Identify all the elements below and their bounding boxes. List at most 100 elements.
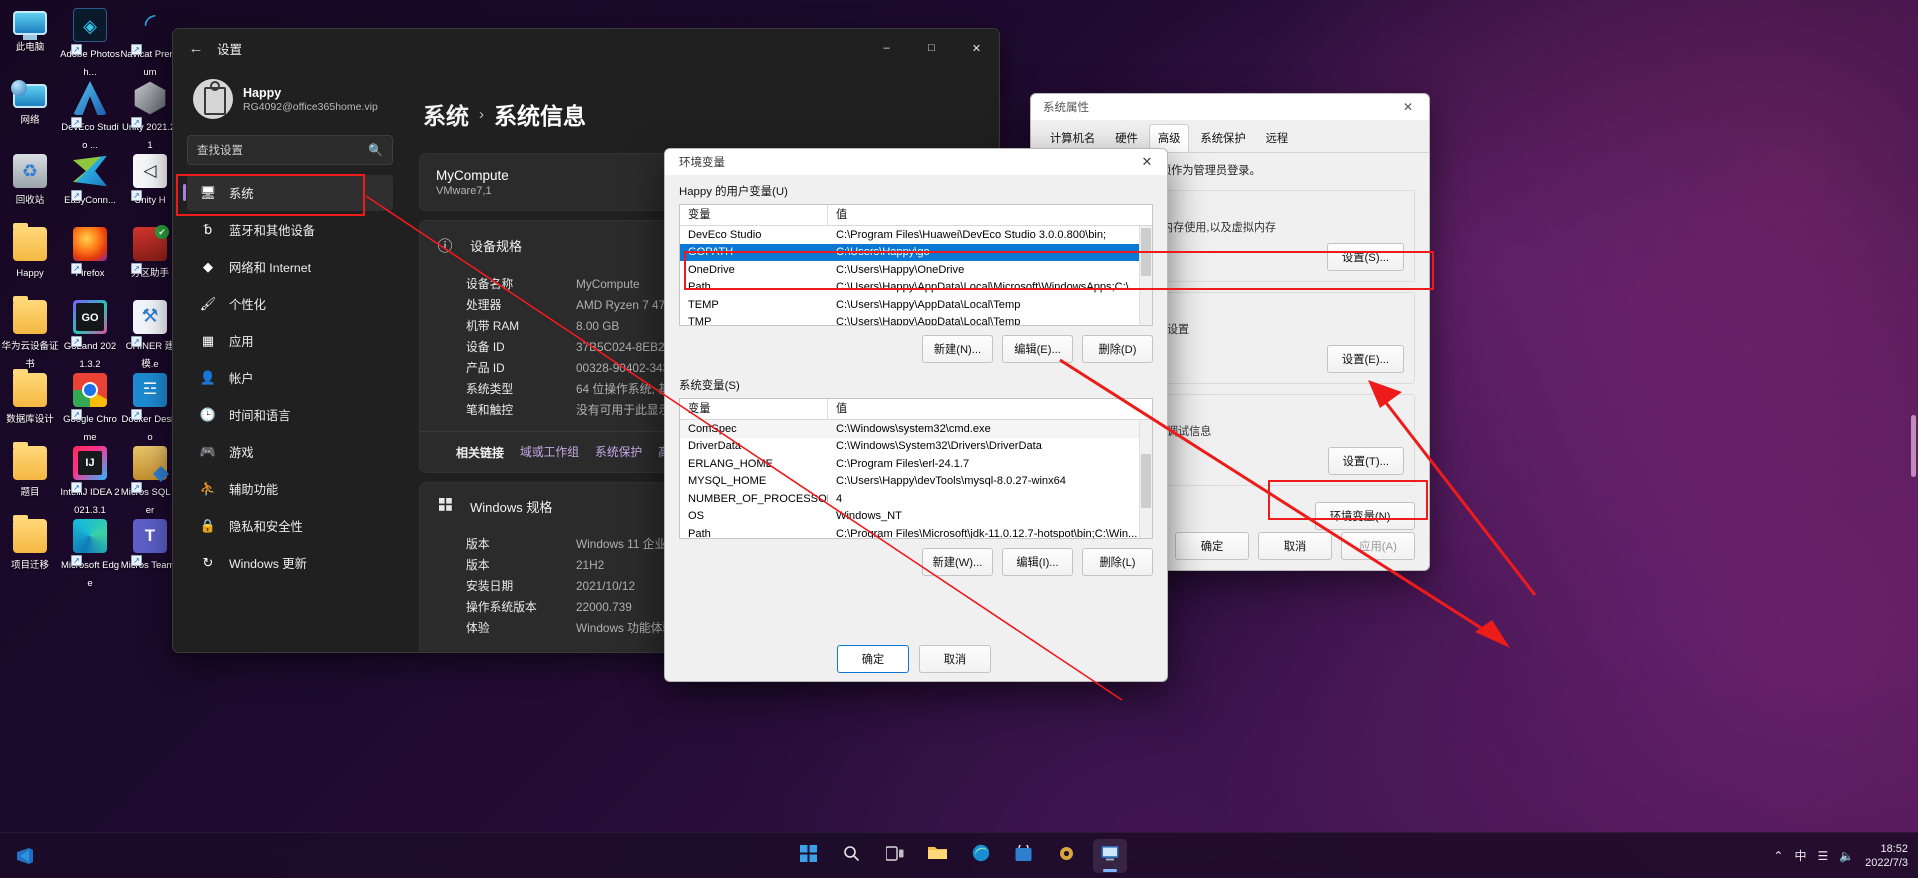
sysprops-footer-button[interactable]: 确定	[1175, 532, 1249, 560]
sidebar-item-1[interactable]: 🖥 系统	[183, 175, 393, 211]
desktop-icon[interactable]: ↗ Firefox	[60, 223, 120, 296]
env-var-name: MYSQL_HOME	[688, 475, 767, 488]
settings-app[interactable]	[1050, 839, 1084, 873]
system-table-scrollbar[interactable]	[1139, 420, 1152, 538]
sidebar-item-2[interactable]: ␢ 蓝牙和其他设备	[187, 212, 393, 248]
search-input[interactable]: 查找设置 🔍	[187, 135, 393, 165]
env-table-row[interactable]: OneDrive C:\Users\Happy\OneDrive	[680, 261, 1152, 279]
related-link[interactable]: 域或工作组	[520, 445, 579, 459]
close-icon[interactable]: ✕	[1393, 95, 1423, 119]
env-table-row[interactable]: Path C:\Program Files\Microsoft\jdk-11.0.…	[680, 525, 1152, 538]
spec-key: 体验	[466, 621, 490, 635]
group-settings-button[interactable]: 设置(E)...	[1326, 345, 1404, 373]
microsoft-store[interactable]	[1007, 839, 1041, 873]
desktop-icon[interactable]: ↗ Unity 2021.2.1	[120, 77, 180, 151]
account-block[interactable]: Happy RG4092@office365home.vip	[181, 67, 397, 135]
system-variables-table[interactable]: 变量 值 ComSpec C:\Windows\system32\cmd.exe D…	[679, 398, 1153, 539]
desktop-icon[interactable]: ↗Micros Teams	[120, 515, 180, 588]
env-table-row[interactable]: TEMP C:\Users\Happy\AppData\Local\Temp	[680, 296, 1152, 314]
desktop-icon[interactable]: ↗IntelliJ IDEA 2021.3.1	[60, 442, 120, 516]
task-view[interactable]	[878, 839, 912, 873]
env-action-button[interactable]: 删除(L)	[1082, 548, 1153, 576]
maximize-button[interactable]: □	[909, 29, 954, 67]
taskbar-search[interactable]	[835, 839, 869, 873]
minimize-button[interactable]: –	[864, 29, 909, 67]
file-explorer[interactable]	[921, 839, 955, 873]
desktop-icon[interactable]: ↗GoLand 2021.3.2	[60, 296, 120, 370]
user-table-scrollbar[interactable]	[1139, 226, 1152, 325]
group-settings-button[interactable]: 设置(S)...	[1326, 243, 1404, 271]
desktop-icon[interactable]: ↗ Micros SQL Ser	[120, 442, 180, 516]
env-action-button[interactable]: 删除(D)	[1082, 335, 1153, 363]
sidebar-item-10[interactable]: 🔒 隐私和安全性	[187, 508, 393, 544]
taskbar-clock[interactable]: 18:52 2022/7/3	[1865, 842, 1908, 870]
close-icon[interactable]: ✕	[1131, 149, 1163, 175]
sysprops-tab[interactable]: 远程	[1257, 124, 1298, 152]
sidebar-item-6[interactable]: 👤 帐户	[187, 360, 393, 396]
env-table-row[interactable]: MYSQL_HOME C:\Users\Happy\devTools\mysql-…	[680, 473, 1152, 491]
env-table-row[interactable]: DevEco Studio C:\Program Files\Huawei\Dev…	[680, 226, 1152, 244]
system-variables-rows: ComSpec C:\Windows\system32\cmd.exe Driver…	[680, 420, 1152, 538]
sidebar-item-7[interactable]: 🕒 时间和语言	[187, 397, 393, 433]
env-table-row[interactable]: GOPATH C:\Users\Happy\go	[680, 243, 1152, 261]
close-button[interactable]: ✕	[954, 29, 999, 67]
env-table-row[interactable]: OS Windows_NT	[680, 508, 1152, 526]
system-properties-app[interactable]	[1092, 838, 1127, 873]
sysprops-tab[interactable]: 系统保护	[1191, 124, 1254, 152]
desktop-icon[interactable]: 回收站	[0, 150, 60, 223]
environment-variables-dialog[interactable]: 环境变量 ✕ Happy 的用户变量(U) 变量 值 DevEco Studio…	[664, 148, 1168, 682]
desktop-icon[interactable]: ↗ DevEco Studio ...	[60, 77, 120, 151]
desktop-icon[interactable]: 题目	[0, 442, 60, 515]
desktop-icon[interactable]: 此电脑	[0, 4, 60, 77]
sysprops-footer-button[interactable]: 取消	[1258, 532, 1332, 560]
related-link[interactable]: 系统保护	[595, 445, 642, 459]
group-settings-button[interactable]: 设置(T)...	[1327, 447, 1404, 475]
env-table-row[interactable]: NUMBER_OF_PROCESSORS 4	[680, 490, 1152, 508]
env-table-row[interactable]: Path C:\Users\Happy\AppData\Local\Microso…	[680, 279, 1152, 297]
back-arrow-icon[interactable]: ←	[179, 33, 213, 63]
start-button[interactable]	[792, 839, 826, 873]
desktop-icon[interactable]: 项目迁移	[0, 515, 60, 588]
breadcrumb-parent[interactable]: 系统	[423, 97, 469, 131]
env-table-row[interactable]: DriverData C:\Windows\System32\Drivers\Dr…	[680, 438, 1152, 456]
desktop-icon[interactable]: ↗Adobe Photosh...	[60, 4, 120, 78]
env-action-button[interactable]: 编辑(E)...	[1002, 335, 1073, 363]
system-variables-section: 系统变量(S) 变量 值 ComSpec C:\Windows\system32\…	[665, 369, 1167, 576]
desktop-icon[interactable]: ↗Navicat Premium	[120, 4, 180, 78]
vscode-icon[interactable]	[10, 841, 40, 871]
desktop-icon[interactable]: ↗Docker Deskto	[120, 369, 180, 443]
desktop-icon[interactable]: ↗CHINER 建模.e	[120, 296, 180, 370]
env-table-row[interactable]: ComSpec C:\Windows\system32\cmd.exe	[680, 420, 1152, 438]
sidebar-item-8[interactable]: 🎮 游戏	[187, 434, 393, 470]
env-action-button[interactable]: 编辑(I)...	[1002, 548, 1073, 576]
env-ok-button[interactable]: 确定	[837, 645, 909, 673]
desktop-icon[interactable]: 网络	[0, 77, 60, 150]
env-action-button[interactable]: 新建(N)...	[922, 335, 993, 363]
env-table-row[interactable]: TMP C:\Users\Happy\AppData\Local\Temp	[680, 314, 1152, 325]
desktop-icon[interactable]: ↗分区助手	[120, 223, 180, 296]
user-variables-table[interactable]: 变量 值 DevEco Studio C:\Program Files\Huawe…	[679, 204, 1153, 326]
desktop-icon[interactable]: 数据库设计	[0, 369, 60, 442]
env-cancel-button[interactable]: 取消	[919, 645, 991, 673]
desktop-icon[interactable]: ↗ Microsoft Edge	[60, 515, 120, 589]
volume-icon[interactable]: 🔈	[1839, 849, 1854, 863]
intellij-idea-icon	[73, 446, 107, 480]
chevron-up-icon[interactable]: ⌃	[1773, 849, 1783, 863]
desktop-scrollbar[interactable]	[1911, 415, 1916, 477]
ime-indicator[interactable]: 中	[1794, 847, 1806, 864]
network-icon[interactable]: ☰	[1817, 849, 1828, 863]
sidebar-item-11[interactable]: ↻ Windows 更新	[187, 545, 393, 581]
env-table-row[interactable]: ERLANG_HOME C:\Program Files\erl-24.1.7	[680, 455, 1152, 473]
desktop-icon[interactable]: Happy	[0, 223, 60, 296]
desktop-icon[interactable]: ↗ Google Chrome	[60, 369, 120, 443]
sidebar-item-3[interactable]: ◆ 网络和 Internet	[187, 249, 393, 285]
desktop-icon-label: 华为云设备证书	[1, 341, 59, 370]
env-action-button[interactable]: 新建(W)...	[922, 548, 993, 576]
sidebar-item-5[interactable]: ▦ 应用	[187, 323, 393, 359]
microsoft-edge[interactable]	[964, 839, 998, 873]
desktop-icon[interactable]: 华为云设备证书	[0, 296, 60, 370]
desktop-icon[interactable]: ↗ EasyConn...	[60, 150, 120, 223]
sidebar-item-9[interactable]: ⛹ 辅助功能	[187, 471, 393, 507]
sidebar-item-4[interactable]: 🖌 个性化	[187, 286, 393, 322]
desktop-icon[interactable]: ↗Unity H	[120, 150, 180, 223]
